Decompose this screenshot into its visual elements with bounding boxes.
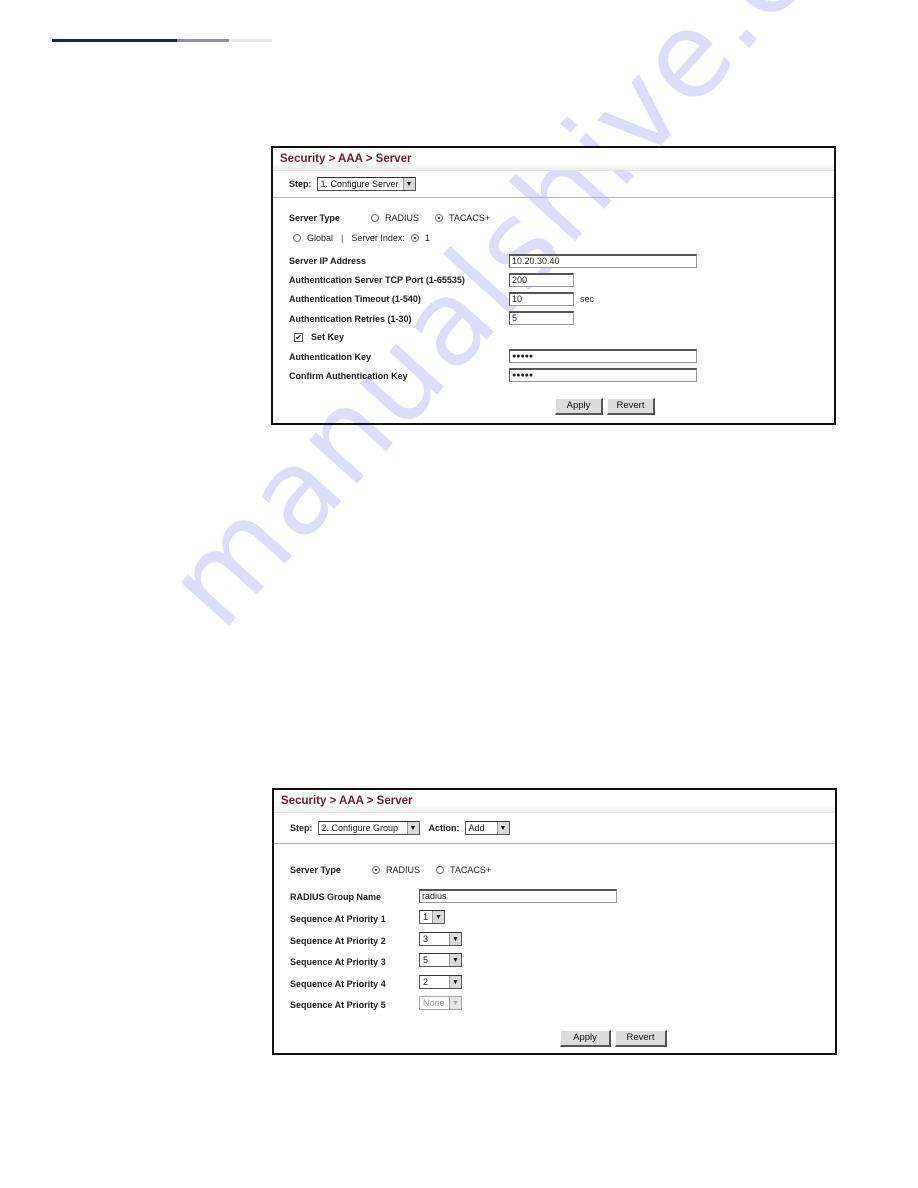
action-select[interactable]: Add ▼ — [464, 821, 510, 835]
priority-2-select[interactable]: 3 ▼ — [419, 932, 462, 946]
action-select-value: Add — [468, 823, 485, 833]
priority-2-label: Sequence At Priority 2 — [290, 936, 386, 946]
server-ip-input[interactable]: 10.20.30.40 — [509, 254, 697, 268]
configure-server-panel: Security > AAA > Server Step: 1. Configu… — [271, 146, 836, 425]
priority-1-value: 1 — [423, 912, 429, 922]
action-label: Action: — [428, 823, 460, 833]
server-type-row: Server Type RADIUS TACACS+ — [289, 213, 490, 223]
timeout-input[interactable]: 10 — [509, 292, 574, 306]
confirm-key-label: Confirm Authentication Key — [289, 371, 408, 381]
server-ip-label: Server IP Address — [289, 256, 367, 266]
radio-radius-label: RADIUS — [386, 865, 421, 875]
set-key-row: ✔ Set Key — [294, 332, 344, 342]
timeout-label: Authentication Timeout (1-540) — [289, 294, 421, 304]
retries-label: Authentication Retries (1-30) — [289, 314, 412, 324]
radio-tacacs[interactable] — [436, 866, 445, 874]
priority-3-value: 5 — [423, 955, 429, 965]
chevron-down-icon: ▼ — [449, 997, 461, 1009]
revert-button[interactable]: Revert — [615, 1030, 667, 1047]
radio-tacacs-label: TACACS+ — [450, 865, 492, 875]
priority-4-select[interactable]: 2 ▼ — [419, 975, 462, 989]
priority-4-value: 2 — [423, 977, 429, 987]
server-index-label: Server Index: — [351, 233, 405, 243]
step-select-value: 1. Configure Server — [320, 179, 399, 189]
auth-key-label: Authentication Key — [289, 352, 372, 362]
scope-separator: | — [341, 233, 344, 243]
priority-3-select[interactable]: 5 ▼ — [419, 953, 462, 967]
priority-3-label: Sequence At Priority 3 — [290, 957, 386, 967]
tcp-port-label: Authentication Server TCP Port (1-65535) — [289, 275, 465, 285]
radio-radius-label: RADIUS — [385, 213, 420, 223]
step-row: Step: 2. Configure Group ▼ Action: Add ▼ — [274, 813, 835, 844]
apply-button[interactable]: Apply — [555, 398, 603, 415]
radio-global[interactable] — [293, 234, 301, 242]
priority-1-select[interactable]: 1 ▼ — [419, 910, 445, 924]
tcp-port-input[interactable]: 200 — [509, 273, 574, 287]
page-header-rule — [52, 39, 272, 42]
chevron-down-icon[interactable]: ▼ — [406, 822, 419, 834]
radio-radius[interactable] — [372, 866, 380, 874]
priority-4-label: Sequence At Priority 4 — [290, 979, 386, 989]
chevron-down-icon[interactable]: ▼ — [402, 178, 415, 190]
confirm-key-input[interactable]: ●●●●● — [509, 368, 697, 382]
header-rule-dark-segment — [52, 39, 177, 42]
radio-radius[interactable] — [371, 214, 379, 222]
chevron-down-icon[interactable]: ▼ — [449, 933, 461, 945]
auth-key-input[interactable]: ●●●●● — [509, 349, 697, 363]
server-type-label: Server Type — [290, 865, 341, 875]
priority-5-label: Sequence At Priority 5 — [290, 1000, 386, 1010]
step-label: Step: — [289, 179, 312, 189]
server-index-value: 1 — [424, 233, 430, 243]
group-name-label: RADIUS Group Name — [290, 892, 382, 902]
timeout-unit: sec — [580, 294, 595, 304]
radio-tacacs-label: TACACS+ — [449, 213, 491, 223]
step-label: Step: — [290, 823, 313, 833]
chevron-down-icon[interactable]: ▼ — [449, 976, 461, 988]
priority-5-value: None — [423, 998, 445, 1008]
server-scope-row: Global | Server Index: 1 — [293, 233, 430, 243]
group-name-input[interactable]: radius — [419, 889, 617, 903]
priority-5-select: None ▼ — [419, 996, 462, 1010]
chevron-down-icon[interactable]: ▼ — [496, 822, 509, 834]
panel-title: Security > AAA > Server — [273, 148, 834, 171]
server-type-label: Server Type — [289, 213, 340, 223]
server-type-row: Server Type RADIUS TACACS+ — [290, 865, 491, 875]
step-select[interactable]: 2. Configure Group ▼ — [317, 821, 420, 835]
step-select[interactable]: 1. Configure Server ▼ — [316, 177, 416, 191]
header-rule-mid-segment — [177, 39, 229, 42]
set-key-checkbox[interactable]: ✔ — [294, 332, 303, 342]
chevron-down-icon[interactable]: ▼ — [432, 911, 444, 923]
set-key-label: Set Key — [311, 332, 345, 342]
priority-1-label: Sequence At Priority 1 — [290, 914, 386, 924]
revert-button[interactable]: Revert — [607, 398, 655, 415]
chevron-down-icon[interactable]: ▼ — [449, 954, 461, 966]
panel-title: Security > AAA > Server — [274, 790, 835, 813]
retries-input[interactable]: 5 — [509, 311, 574, 325]
radio-tacacs[interactable] — [435, 214, 444, 222]
priority-2-value: 3 — [423, 934, 429, 944]
apply-button[interactable]: Apply — [560, 1030, 611, 1047]
radio-global-label: Global — [307, 233, 334, 243]
configure-group-panel: Security > AAA > Server Step: 2. Configu… — [272, 788, 837, 1055]
header-rule-light-segment — [229, 39, 272, 42]
step-row: Step: 1. Configure Server ▼ — [273, 171, 834, 198]
radio-server-index[interactable] — [410, 234, 419, 242]
step-select-value: 2. Configure Group — [321, 823, 399, 833]
